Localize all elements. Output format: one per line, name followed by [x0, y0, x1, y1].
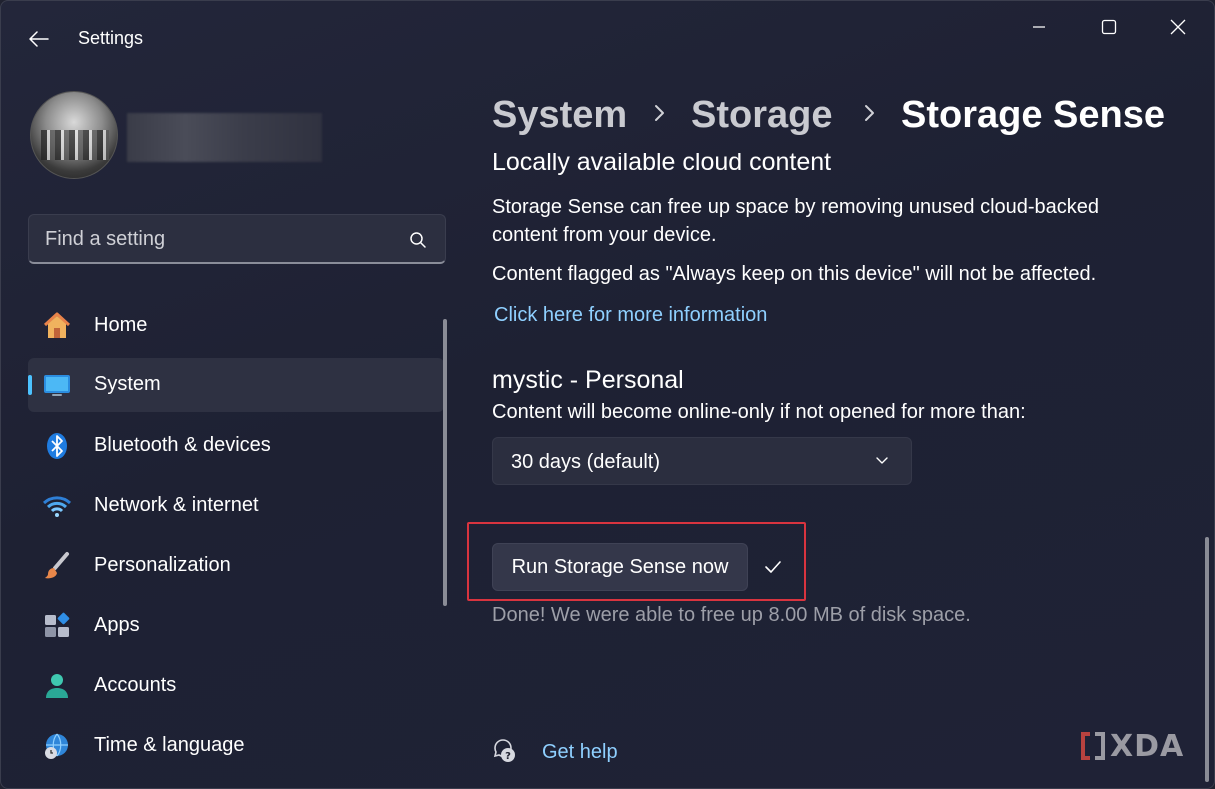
chevron-right-icon — [865, 105, 874, 121]
page-title: Storage Sense — [901, 94, 1165, 136]
monitor-icon — [44, 375, 70, 396]
wifi-icon — [42, 496, 72, 517]
sidebar-item-time-language[interactable]: Time & language — [28, 719, 444, 773]
sidebar-item-label: System — [94, 373, 161, 395]
person-icon — [46, 674, 68, 698]
brush-icon — [45, 552, 69, 579]
xda-watermark: XDA — [1080, 728, 1185, 764]
sidebar-item-bluetooth[interactable]: Bluetooth & devices — [28, 419, 444, 473]
sidebar-scrollbar[interactable] — [443, 319, 447, 606]
bluetooth-icon — [47, 433, 67, 459]
avatar[interactable] — [30, 91, 118, 179]
sidebar-item-network[interactable]: Network & internet — [28, 479, 444, 533]
checkmark-icon — [765, 561, 781, 573]
maximize-icon — [1101, 19, 1117, 35]
online-only-dropdown[interactable]: 30 days (default) — [492, 437, 912, 485]
chevron-right-icon — [655, 105, 664, 121]
avatar-image — [41, 130, 109, 160]
maximize-button[interactable] — [1086, 9, 1132, 45]
title-bar: Settings — [1, 1, 1214, 77]
cloud-content-heading: Locally available cloud content — [492, 153, 832, 176]
cloud-description-line1: Storage Sense can free up space by remov… — [492, 196, 1100, 218]
sidebar-item-accounts[interactable]: Accounts — [28, 659, 444, 713]
minimize-icon — [1033, 26, 1045, 28]
svg-text:?: ? — [505, 751, 511, 762]
get-help-link[interactable]: Get help — [542, 741, 618, 764]
home-icon — [43, 312, 71, 338]
run-button-label: Run Storage Sense now — [511, 555, 729, 578]
flagged-note: Content flagged as "Always keep on this … — [492, 263, 1097, 285]
run-storage-sense-button[interactable]: Run Storage Sense now — [492, 543, 748, 591]
sidebar-item-label: Home — [94, 314, 148, 336]
cloud-description-line2: content from your device. — [492, 224, 717, 246]
chevron-down-icon — [876, 457, 888, 464]
sidebar-item-label: Network & internet — [94, 494, 259, 516]
close-icon — [1170, 19, 1186, 35]
user-name-redacted — [127, 113, 322, 162]
watermark-text: XDA — [1110, 728, 1185, 764]
sidebar-item-label: Accounts — [94, 674, 177, 696]
main-scrollbar[interactable] — [1205, 537, 1209, 782]
status-message: Done! We were able to free up 8.00 MB of… — [492, 604, 971, 626]
back-button[interactable] — [19, 19, 59, 59]
breadcrumb-storage[interactable]: Storage — [691, 89, 832, 141]
settings-window: Settings Find a setting Home System Blue… — [0, 0, 1215, 789]
dropdown-selected-value: 30 days (default) — [511, 451, 660, 473]
sidebar-item-label: Time & language — [94, 734, 245, 756]
online-only-label: Content will become online-only if not o… — [492, 401, 1026, 423]
more-info-link[interactable]: Click here for more information — [494, 304, 767, 327]
sidebar-item-personalization[interactable]: Personalization — [28, 539, 444, 593]
xda-logo-icon — [1081, 732, 1105, 760]
close-button[interactable] — [1155, 9, 1201, 45]
minimize-button[interactable] — [1016, 9, 1062, 45]
globe-clock-icon — [45, 733, 68, 759]
sidebar-item-label: Personalization — [94, 554, 231, 576]
search-icon[interactable] — [409, 231, 427, 249]
help-chat-icon: ? — [493, 739, 515, 762]
sidebar-item-label: Bluetooth & devices — [94, 434, 271, 456]
arrow-left-icon — [29, 31, 49, 47]
sidebar-item-home[interactable]: Home — [28, 299, 444, 353]
app-title: Settings — [78, 28, 144, 48]
search-box — [28, 214, 446, 264]
apps-icon — [45, 612, 70, 637]
sidebar-item-label: Apps — [94, 614, 140, 636]
breadcrumb-system[interactable]: System — [492, 89, 627, 141]
account-heading: mystic - Personal — [492, 366, 684, 394]
sidebar-item-system[interactable]: System — [28, 358, 444, 412]
selection-indicator — [28, 375, 32, 395]
sidebar-item-apps[interactable]: Apps — [28, 599, 444, 653]
search-input[interactable] — [45, 215, 405, 263]
